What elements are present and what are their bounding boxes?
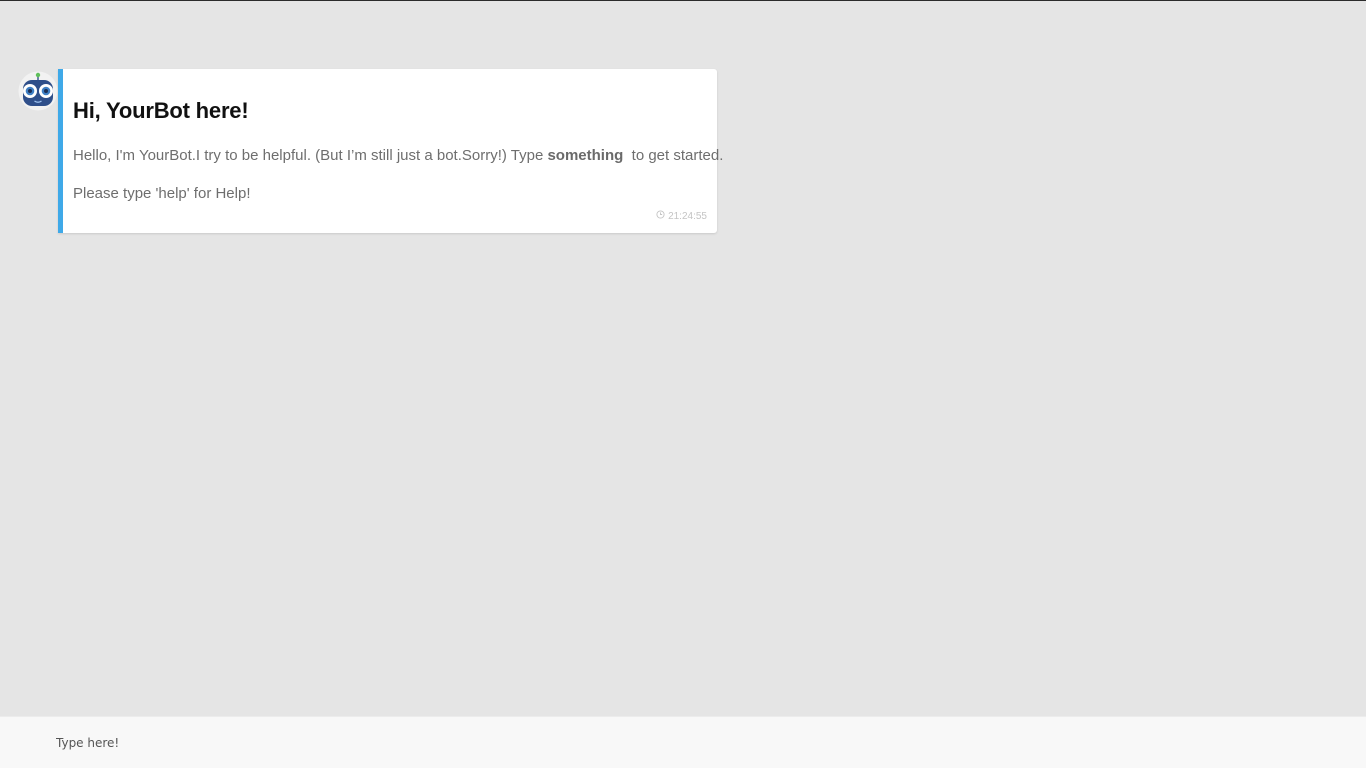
message-timestamp: 21:24:55: [656, 210, 707, 222]
message-intro-prefix: Hello, I'm YourBot.I try to be helpful. …: [73, 147, 548, 164]
message-intro-text: Hello, I'm YourBot.I try to be helpful. …: [73, 147, 723, 164]
message-intro-suffix: to get started.: [623, 147, 724, 164]
input-bar: [0, 716, 1366, 768]
message-title: Hi, YourBot here!: [73, 98, 249, 123]
clock-icon: [656, 210, 665, 222]
message-bubble: Hi, YourBot here! Hello, I'm YourBot.I t…: [58, 69, 723, 233]
message-intro-bold: something: [547, 147, 624, 164]
message-help-text: Please type 'help' for Help!: [73, 185, 251, 202]
chat-input[interactable]: [56, 730, 1306, 756]
robot-icon: [18, 71, 58, 111]
chat-area[interactable]: Hi, YourBot here! Hello, I'm YourBot.I t…: [0, 1, 1366, 716]
timestamp-text: 21:24:55: [668, 210, 707, 222]
